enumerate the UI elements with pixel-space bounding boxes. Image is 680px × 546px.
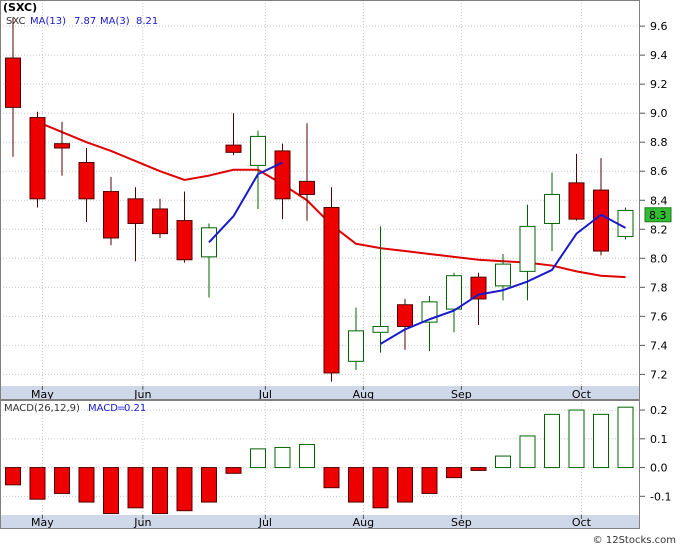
macd-bar-positive (250, 448, 266, 469)
macd-bar-negative (29, 467, 46, 500)
macd-legend-value-label: MACD (88, 403, 118, 414)
candle-body (127, 198, 144, 224)
macd-month-label: Jun (133, 516, 151, 529)
price-tick-label: 7.4 (650, 339, 668, 352)
price-axis-band (0, 386, 640, 400)
macd-panel: May Jun Jul Aug Sep Oct 0.2 0.1 0.0 -0.1 MACD(26… (0, 400, 671, 529)
macd-month-label: Oct (572, 516, 592, 529)
candle-body (299, 180, 315, 195)
candle-body (568, 182, 585, 220)
legend-symbol: SXC (6, 16, 25, 27)
candle-body (225, 144, 242, 153)
candle-body (617, 209, 634, 238)
price-tick-label: 9.6 (650, 20, 668, 33)
macd-bar-negative (323, 467, 340, 489)
macd-tick-label: -0.1 (650, 490, 671, 503)
stock-chart: May Jun Jul Aug Sep Oct 7.2 7.4 7.6 7.8 8.0 8.2 8.4… (0, 0, 676, 546)
price-panel: May Jun Jul Aug Sep Oct 7.27.47.67.88.08.28.4… (0, 0, 672, 401)
candle-body (29, 117, 46, 200)
macd-bar-positive (544, 413, 560, 469)
macd-bar-positive (617, 406, 634, 469)
macd-bar-negative (372, 467, 389, 509)
price-tick-label: 7.6 (650, 310, 668, 323)
price-tick-label: 7.8 (650, 281, 668, 294)
macd-bar-negative (78, 467, 95, 503)
candle-body (78, 162, 95, 200)
candle-down (323, 187, 340, 382)
macd-legend-label: MACD(26,12,9) (4, 403, 80, 414)
candle-body (274, 150, 291, 200)
macd-tick-label: 0.1 (650, 433, 668, 446)
macd-bar-negative (54, 467, 70, 494)
price-tick-label: 9.0 (650, 107, 668, 120)
price-tick-label: 8.8 (650, 136, 668, 149)
price-tick-label: 8.4 (650, 194, 668, 207)
candle-down (29, 111, 46, 208)
macd-y-axis: 0.2 0.1 0.0 -0.1 (640, 404, 671, 503)
macd-bar-negative (176, 467, 193, 512)
price-tick-label: 7.2 (650, 368, 668, 381)
macd-bar-negative (152, 467, 168, 515)
candle-body (544, 193, 560, 224)
candle-body (152, 208, 168, 235)
macd-axis-band (0, 515, 640, 529)
price-tick-label: 8.0 (650, 252, 668, 265)
candle-body (54, 143, 70, 149)
macd-bar-negative (348, 467, 364, 503)
macd-bar-positive (495, 455, 511, 469)
macd-month-label: Aug (353, 516, 374, 529)
candle-body (372, 326, 389, 333)
candle-up (617, 207, 634, 240)
macd-legend: MACD(26,12,9) MACD = 0.21 (4, 403, 146, 414)
candle-body (446, 275, 462, 310)
macd-tick-label: 0.0 (650, 462, 668, 475)
legend-ma13-value: 7.87 (74, 16, 96, 27)
legend-ma13-label: MA(13) (30, 16, 66, 27)
macd-bar-negative (470, 467, 487, 471)
candle-body (593, 189, 609, 252)
macd-bar-negative (446, 467, 462, 479)
candle-body (103, 191, 119, 239)
macd-legend-value: 0.21 (124, 403, 146, 414)
macd-bar-negative (127, 467, 144, 509)
macd-tick-label: 0.2 (650, 404, 668, 417)
watermark: © 12Stocks.com (593, 535, 676, 546)
macd-month-label: Sep (451, 516, 472, 529)
candle-body (519, 225, 536, 272)
candle-body (5, 57, 21, 108)
candle-body (250, 135, 266, 166)
legend-ma3-value: 8.21 (136, 16, 158, 27)
macd-bar-negative (5, 467, 21, 486)
macd-bar-positive (274, 446, 291, 469)
macd-month-label: May (31, 516, 54, 529)
candle-body (348, 330, 364, 362)
candle-body (495, 263, 511, 287)
macd-bar-negative (397, 467, 413, 503)
macd-bar-positive (593, 413, 609, 469)
price-tick-label: 9.2 (650, 78, 668, 91)
candle-body (397, 304, 413, 328)
macd-bar-negative (103, 467, 119, 515)
macd-bar-negative (225, 467, 242, 474)
macd-bar-positive (299, 444, 315, 469)
macd-bar-negative (201, 467, 217, 503)
candle-body (323, 207, 340, 374)
price-y-axis: 7.2 7.4 7.6 7.8 8.0 8.2 8.4 8.6 8.8 9.0 9.2 9.4 9.6 (640, 20, 668, 381)
last-price-marker: 8.3 (644, 207, 672, 223)
last-price-label: 8.3 (649, 209, 667, 222)
macd-month-label: Jul (258, 516, 272, 529)
price-plot-area (0, 0, 640, 386)
price-tick-label: 8.6 (650, 165, 668, 178)
candle-body (176, 220, 193, 261)
price-tick-label: 8.2 (650, 223, 668, 236)
macd-bar-negative (421, 467, 438, 494)
macd-bar-positive (519, 435, 536, 469)
ticker-title: (SXC) (3, 1, 37, 14)
price-tick-label: 9.4 (650, 49, 668, 62)
legend-ma3-label: MA(3) (100, 16, 130, 27)
macd-bar-positive (568, 409, 585, 469)
